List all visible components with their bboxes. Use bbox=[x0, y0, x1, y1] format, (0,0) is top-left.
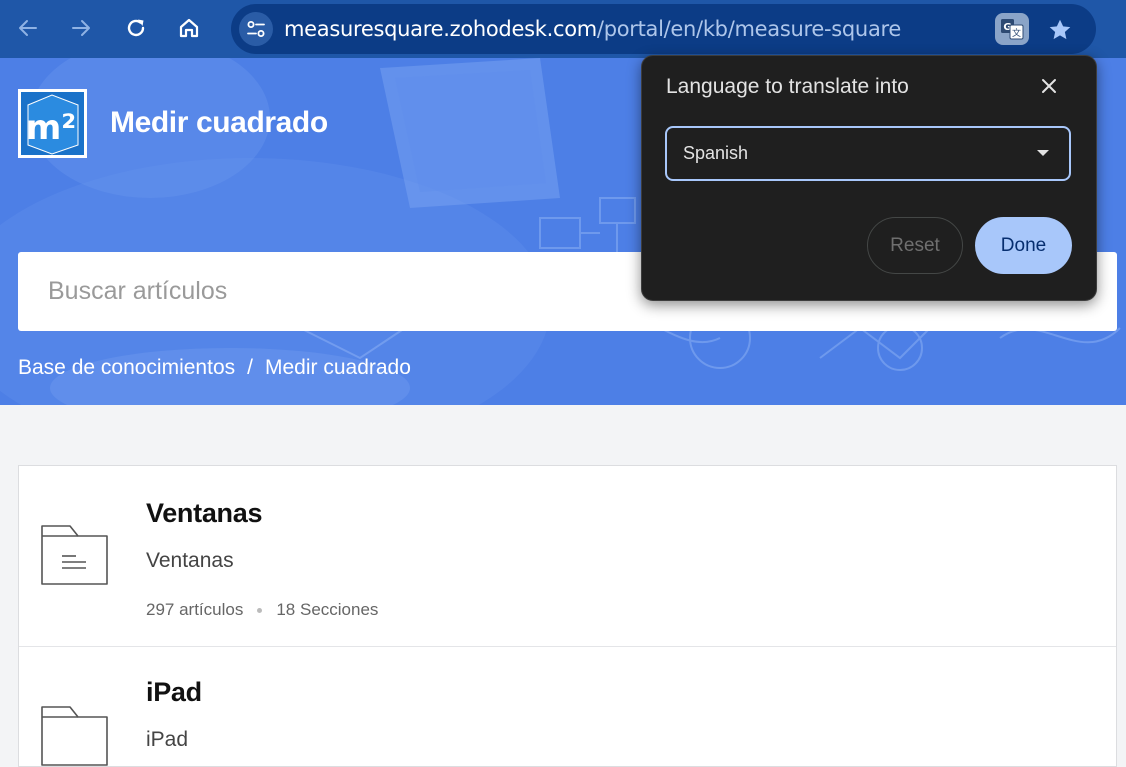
arrow-right-icon bbox=[72, 20, 90, 36]
done-button[interactable]: Done bbox=[975, 217, 1072, 274]
site-info-button[interactable] bbox=[239, 12, 273, 46]
close-icon bbox=[1042, 79, 1056, 93]
reset-button[interactable]: Reset bbox=[867, 217, 963, 274]
category-title[interactable]: iPad bbox=[146, 677, 202, 708]
star-icon bbox=[1049, 19, 1071, 40]
site-title[interactable]: Medir cuadrado bbox=[110, 106, 328, 140]
language-select[interactable]: Spanish bbox=[665, 126, 1071, 181]
category-meta: 297 artículos 18 Secciones bbox=[146, 600, 378, 620]
close-button[interactable] bbox=[1034, 71, 1064, 101]
breadcrumb-separator: / bbox=[247, 356, 253, 379]
selected-language: Spanish bbox=[683, 143, 749, 163]
article-count: 297 artículos bbox=[146, 600, 244, 619]
meta-separator-dot bbox=[257, 608, 263, 614]
back-button[interactable] bbox=[9, 9, 47, 47]
breadcrumb-item-current[interactable]: Medir cuadrado bbox=[265, 356, 411, 380]
home-icon bbox=[179, 18, 199, 38]
bookmark-button[interactable] bbox=[1045, 15, 1075, 45]
tune-icon bbox=[247, 21, 265, 37]
reload-button[interactable] bbox=[117, 9, 155, 47]
address-bar[interactable]: measuresquare.zohodesk.com/portal/en/kb/… bbox=[231, 4, 1096, 54]
forward-button[interactable] bbox=[62, 9, 100, 47]
folder-icon bbox=[41, 706, 108, 766]
breadcrumb-item-knowledge-base[interactable]: Base de conocimientos bbox=[18, 356, 235, 380]
category-title[interactable]: Ventanas bbox=[146, 498, 262, 529]
category-card-ipad[interactable]: iPad iPad bbox=[19, 647, 1116, 767]
url-host: measuresquare.zohodesk.com bbox=[284, 17, 597, 41]
category-list: Ventanas Ventanas 297 artículos 18 Seccio… bbox=[18, 465, 1117, 767]
translate-button[interactable]: G 文 bbox=[995, 13, 1029, 45]
breadcrumb: Base de conocimientos / Medir cuadrado bbox=[18, 356, 411, 380]
section-count: 18 Secciones bbox=[276, 600, 379, 619]
category-card-ventanas[interactable]: Ventanas Ventanas 297 artículos 18 Seccio… bbox=[19, 466, 1116, 646]
svg-text:文: 文 bbox=[1012, 27, 1021, 39]
url-text[interactable]: measuresquare.zohodesk.com/portal/en/kb/… bbox=[284, 4, 901, 54]
logo-text: m² bbox=[26, 108, 76, 148]
category-description: Ventanas bbox=[146, 549, 234, 572]
reload-icon bbox=[127, 19, 145, 37]
browser-toolbar: measuresquare.zohodesk.com/portal/en/kb/… bbox=[0, 0, 1126, 58]
translate-icon: G 文 bbox=[1001, 19, 1024, 40]
caret-down-icon bbox=[1037, 150, 1049, 156]
translate-popup: Language to translate into Spanish Reset… bbox=[641, 55, 1097, 301]
logo-image: m² bbox=[21, 92, 84, 155]
popup-title: Language to translate into bbox=[666, 75, 909, 98]
folder-icon bbox=[41, 525, 108, 585]
site-logo[interactable]: m² bbox=[18, 89, 87, 158]
url-path: /portal/en/kb/measure-square bbox=[596, 17, 901, 41]
home-button[interactable] bbox=[170, 9, 208, 47]
arrow-left-icon bbox=[19, 20, 37, 36]
category-description: iPad bbox=[146, 728, 189, 751]
